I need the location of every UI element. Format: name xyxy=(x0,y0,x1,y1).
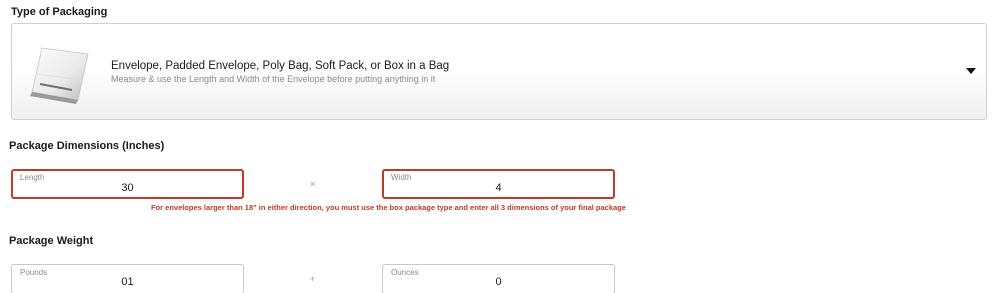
width-field[interactable]: Width xyxy=(382,169,615,199)
length-input[interactable] xyxy=(13,182,242,194)
pounds-input[interactable] xyxy=(12,276,243,288)
ounces-input[interactable] xyxy=(383,276,614,288)
width-input[interactable] xyxy=(384,182,613,194)
dimensions-error-message: For envelopes larger than 18" in either … xyxy=(151,203,626,212)
length-field[interactable]: Length xyxy=(11,169,244,199)
plus-separator: + xyxy=(310,274,316,284)
packaging-title: Type of Packaging xyxy=(11,6,108,18)
width-label: Width xyxy=(391,173,412,182)
dimensions-title: Package Dimensions (Inches) xyxy=(9,140,165,152)
caret-down-icon[interactable] xyxy=(966,68,976,74)
ounces-field[interactable]: Ounces xyxy=(382,264,615,293)
packaging-selected-name: Envelope, Padded Envelope, Poly Bag, Sof… xyxy=(111,60,450,72)
weight-title: Package Weight xyxy=(9,235,94,247)
packaging-type-select[interactable]: Envelope, Padded Envelope, Poly Bag, Sof… xyxy=(11,23,987,120)
poly-bag-icon xyxy=(30,47,89,104)
length-label: Length xyxy=(20,173,45,182)
packaging-selected-hint: Measure & use the Length and Width of th… xyxy=(111,74,436,84)
times-separator: × xyxy=(310,179,316,189)
pounds-field[interactable]: Pounds xyxy=(11,264,244,293)
